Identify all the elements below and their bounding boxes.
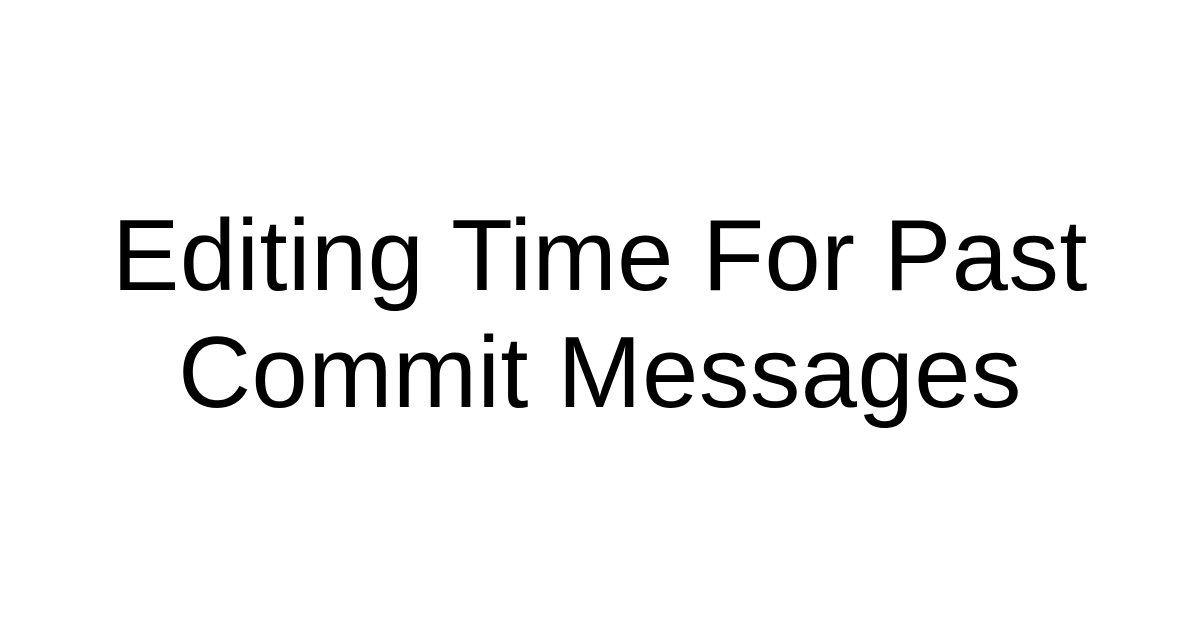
title-line-2: Commit Messages [178,317,1022,429]
social-card: Editing Time For Past Commit Messages [0,0,1200,630]
title-line-1: Editing Time For Past [112,200,1088,312]
page-title: Editing Time For Past Commit Messages [100,198,1100,432]
